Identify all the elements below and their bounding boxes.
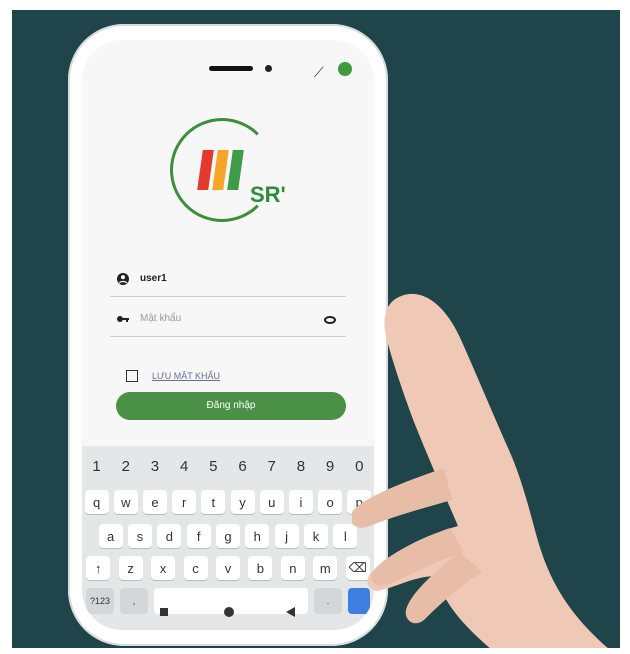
- key-v[interactable]: v: [215, 556, 240, 580]
- recent-apps-icon[interactable]: [160, 608, 168, 616]
- phone-screen: ⟋ SR' user1 Mật khẩu LƯU MẬT KHẨU Đăng n…: [82, 40, 374, 630]
- remember-label[interactable]: LƯU MẬT KHẨU: [152, 371, 220, 381]
- symbols-key[interactable]: ?123: [86, 588, 114, 614]
- key-n[interactable]: n: [280, 556, 305, 580]
- key-c[interactable]: c: [183, 556, 208, 580]
- key-6[interactable]: 6: [231, 454, 255, 478]
- speaker-icon: [209, 66, 253, 71]
- stage-background: ⟋ SR' user1 Mật khẩu LƯU MẬT KHẨU Đăng n…: [12, 10, 620, 648]
- logo-bar-orange: [212, 150, 229, 190]
- keyboard-row-2: a s d f g h j k l: [82, 524, 374, 548]
- period-key[interactable]: .: [314, 588, 342, 614]
- logo-text: SR': [250, 182, 286, 207]
- key-o[interactable]: o: [318, 490, 343, 514]
- hand-illustration: [352, 293, 608, 648]
- key-a[interactable]: a: [98, 524, 123, 548]
- comma-key[interactable]: ,: [120, 588, 148, 614]
- password-field[interactable]: Mật khẩu: [110, 306, 346, 337]
- key-f[interactable]: f: [186, 524, 211, 548]
- key-icon: [117, 316, 129, 322]
- key-h[interactable]: h: [245, 524, 270, 548]
- logo-bars: [197, 150, 244, 190]
- eye-icon[interactable]: [324, 316, 336, 324]
- key-j[interactable]: j: [274, 524, 299, 548]
- username-value: user1: [140, 273, 167, 284]
- key-d[interactable]: d: [157, 524, 182, 548]
- key-8[interactable]: 8: [289, 454, 313, 478]
- key-9[interactable]: 9: [318, 454, 342, 478]
- remember-checkbox[interactable]: [126, 370, 138, 382]
- status-icon: ⟋: [314, 64, 324, 80]
- key-t[interactable]: t: [201, 490, 226, 514]
- user-icon: [117, 273, 129, 285]
- username-field[interactable]: user1: [110, 266, 346, 297]
- keyboard-row-3: ↑ z x c v b n m ⌫: [82, 556, 374, 580]
- home-icon[interactable]: [224, 607, 234, 617]
- keyboard: 1 2 3 4 5 6 7 8 9 0 q w e r t y u i o p …: [82, 446, 374, 630]
- key-4[interactable]: 4: [172, 454, 196, 478]
- key-w[interactable]: w: [113, 490, 138, 514]
- key-5[interactable]: 5: [201, 454, 225, 478]
- key-i[interactable]: i: [288, 490, 313, 514]
- key-g[interactable]: g: [215, 524, 240, 548]
- key-u[interactable]: u: [259, 490, 284, 514]
- key-m[interactable]: m: [313, 556, 338, 580]
- key-s[interactable]: s: [127, 524, 152, 548]
- key-r[interactable]: r: [172, 490, 197, 514]
- key-7[interactable]: 7: [260, 454, 284, 478]
- login-button[interactable]: Đăng nhập: [116, 392, 346, 420]
- keyboard-number-row: 1 2 3 4 5 6 7 8 9 0: [82, 454, 374, 478]
- key-1[interactable]: 1: [85, 454, 109, 478]
- camera-icon: [265, 65, 272, 72]
- back-icon[interactable]: [286, 607, 295, 617]
- key-2[interactable]: 2: [114, 454, 138, 478]
- key-k[interactable]: k: [303, 524, 328, 548]
- logo-bar-red: [197, 150, 214, 190]
- password-placeholder: Mật khẩu: [140, 313, 182, 324]
- keyboard-row-1: q w e r t y u i o p: [82, 490, 374, 514]
- key-b[interactable]: b: [248, 556, 273, 580]
- key-y[interactable]: y: [230, 490, 255, 514]
- key-3[interactable]: 3: [143, 454, 167, 478]
- key-x[interactable]: x: [151, 556, 176, 580]
- globe-icon[interactable]: [338, 62, 352, 76]
- shift-key[interactable]: ↑: [86, 556, 111, 580]
- key-z[interactable]: z: [118, 556, 143, 580]
- key-q[interactable]: q: [84, 490, 109, 514]
- phone-frame: ⟋ SR' user1 Mật khẩu LƯU MẬT KHẨU Đăng n…: [68, 24, 388, 646]
- key-e[interactable]: e: [142, 490, 167, 514]
